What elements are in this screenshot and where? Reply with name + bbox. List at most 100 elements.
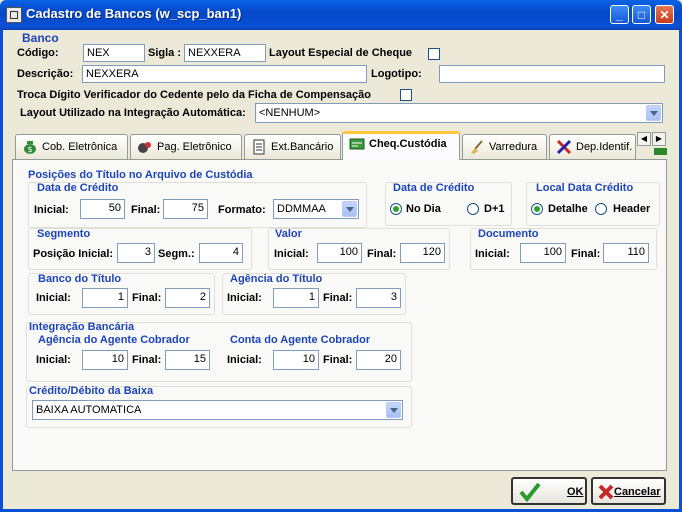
doc-inicial-field[interactable]: 100 xyxy=(520,243,566,263)
no-dia-label: No Dia xyxy=(406,203,441,215)
aa-inicial-field[interactable]: 10 xyxy=(82,350,128,370)
chevron-down-icon[interactable] xyxy=(646,105,661,121)
at-inicial-label: Inicial: xyxy=(227,292,262,304)
payment-icon xyxy=(138,142,151,153)
valor-final-label: Final: xyxy=(367,248,397,260)
tab-cheq-custodia[interactable]: Cheq.Custódia xyxy=(342,131,460,160)
tab-dep-identif[interactable]: Dep.Identif. xyxy=(549,134,636,159)
minimize-button[interactable]: _ xyxy=(610,5,629,24)
valor-title: Valor xyxy=(275,228,302,240)
logotipo-field[interactable] xyxy=(439,65,665,83)
posicao-inicial-field[interactable]: 3 xyxy=(117,243,155,263)
agencia-titulo-title: Agência do Título xyxy=(230,273,323,285)
layout-especial-checkbox[interactable] xyxy=(428,48,440,60)
document-icon xyxy=(253,139,265,155)
layout-utilizado-label: Layout Utilizado na Integração Automátic… xyxy=(20,107,246,119)
bt-final-field[interactable]: 2 xyxy=(165,288,210,308)
sigla-field[interactable]: NEXXERA xyxy=(184,44,266,62)
tab-label: Cheq.Custódia xyxy=(369,138,447,150)
ok-label: OK xyxy=(567,486,584,498)
banco-titulo-title: Banco do Título xyxy=(38,273,122,285)
maximize-button[interactable]: □ xyxy=(632,5,651,24)
cancel-button[interactable]: Cancelar xyxy=(591,477,666,505)
tab-scroll-right-button[interactable]: ▶ xyxy=(652,132,666,146)
dc-final-field[interactable]: 75 xyxy=(163,199,208,219)
tab-pag-eletronico[interactable]: Pag. Eletrônico xyxy=(130,134,242,159)
chevron-down-icon[interactable] xyxy=(386,402,401,418)
cheque-icon xyxy=(349,138,365,150)
money-bag-icon: $ xyxy=(24,141,36,154)
troca-digito-label: Troca Dígito Verificador do Cedente pelo… xyxy=(17,89,371,101)
at-final-label: Final: xyxy=(323,292,353,304)
doc-final-field[interactable]: 110 xyxy=(603,243,649,263)
layout-utilizado-select[interactable]: <NENHUM> xyxy=(255,103,663,123)
ca-final-label: Final: xyxy=(323,354,353,366)
descricao-label: Descrição: xyxy=(17,68,74,80)
formato-label: Formato: xyxy=(218,204,266,216)
codigo-field[interactable]: NEX xyxy=(83,44,145,62)
bt-inicial-field[interactable]: 1 xyxy=(82,288,128,308)
tab-cob-eletronica[interactable]: $ Cob. Eletrônica xyxy=(15,134,128,159)
sigla-label: Sigla : xyxy=(148,47,182,59)
ca-inicial-label: Inicial: xyxy=(227,354,262,366)
valor-inicial-label: Inicial: xyxy=(274,248,309,260)
deposit-icon xyxy=(556,139,572,155)
dc-final-label: Final: xyxy=(131,204,161,216)
credito-debito-select[interactable]: BAIXA AUTOMATICA xyxy=(32,400,403,420)
tab-label: Ext.Bancário xyxy=(271,141,334,153)
tab-overflow-icon xyxy=(654,148,667,155)
agencia-agente-title: Agência do Agente Cobrador xyxy=(38,334,190,346)
doc-final-label: Final: xyxy=(571,248,601,260)
d-mais-1-label: D+1 xyxy=(484,203,505,215)
ok-button[interactable]: OK xyxy=(511,477,587,505)
header-radio[interactable] xyxy=(595,203,607,215)
dc-inicial-label: Inicial: xyxy=(34,204,69,216)
segmento-title: Segmento xyxy=(37,228,91,240)
window-title: Cadastro de Bancos (w_scp_ban1) xyxy=(26,6,242,21)
header-label: Header xyxy=(613,203,651,215)
doc-inicial-label: Inicial: xyxy=(475,248,510,260)
conta-agente-title: Conta do Agente Cobrador xyxy=(230,334,371,346)
checkmark-icon xyxy=(519,482,541,502)
valor-inicial-field[interactable]: 100 xyxy=(317,243,362,263)
no-dia-radio[interactable] xyxy=(390,203,402,215)
tab-label: Varredura xyxy=(489,141,538,153)
ca-final-field[interactable]: 20 xyxy=(356,350,401,370)
data-credito-title: Data de Crédito xyxy=(37,182,119,194)
tab-label: Cob. Eletrônica xyxy=(42,141,118,153)
descricao-field[interactable]: NEXXERA xyxy=(82,65,367,83)
custodia-section-title: Posições do Título no Arquivo de Custódi… xyxy=(28,169,253,181)
formato-select[interactable]: DDMMAA xyxy=(273,199,359,219)
bt-inicial-label: Inicial: xyxy=(36,292,71,304)
documento-title: Documento xyxy=(478,228,539,240)
layout-especial-label: Layout Especial de Cheque xyxy=(269,47,413,59)
tab-ext-bancario[interactable]: Ext.Bancário xyxy=(244,134,341,159)
dc-inicial-field[interactable]: 50 xyxy=(80,199,125,219)
svg-text:$: $ xyxy=(27,145,32,154)
valor-final-field[interactable]: 120 xyxy=(400,243,445,263)
broom-icon xyxy=(471,140,483,154)
ca-inicial-field[interactable]: 10 xyxy=(273,350,319,370)
at-final-field[interactable]: 3 xyxy=(356,288,401,308)
app-icon xyxy=(6,7,22,23)
tab-label: Dep.Identif. xyxy=(576,141,633,153)
tab-varredura[interactable]: Varredura xyxy=(462,134,547,159)
aa-final-field[interactable]: 15 xyxy=(165,350,210,370)
aa-inicial-label: Inicial: xyxy=(36,354,71,366)
segm-field[interactable]: 4 xyxy=(199,243,243,263)
codigo-label: Código: xyxy=(17,47,59,59)
cancel-x-icon xyxy=(598,484,614,500)
close-button[interactable]: ✕ xyxy=(655,5,674,24)
chevron-down-icon[interactable] xyxy=(342,201,357,217)
credito-debito-value: BAIXA AUTOMATICA xyxy=(36,404,142,416)
logotipo-label: Logotipo: xyxy=(371,68,422,80)
tab-scroll-left-button[interactable]: ◀ xyxy=(637,132,651,146)
data-credito-opcao-title: Data de Crédito xyxy=(393,182,475,194)
d-mais-1-radio[interactable] xyxy=(467,203,479,215)
integracao-title: Integração Bancária xyxy=(29,321,135,333)
troca-digito-checkbox[interactable] xyxy=(400,89,412,101)
at-inicial-field[interactable]: 1 xyxy=(273,288,319,308)
credito-debito-title: Crédito/Débito da Baixa xyxy=(29,385,154,397)
detalhe-radio[interactable] xyxy=(531,203,543,215)
segm-label: Segm.: xyxy=(158,248,195,260)
